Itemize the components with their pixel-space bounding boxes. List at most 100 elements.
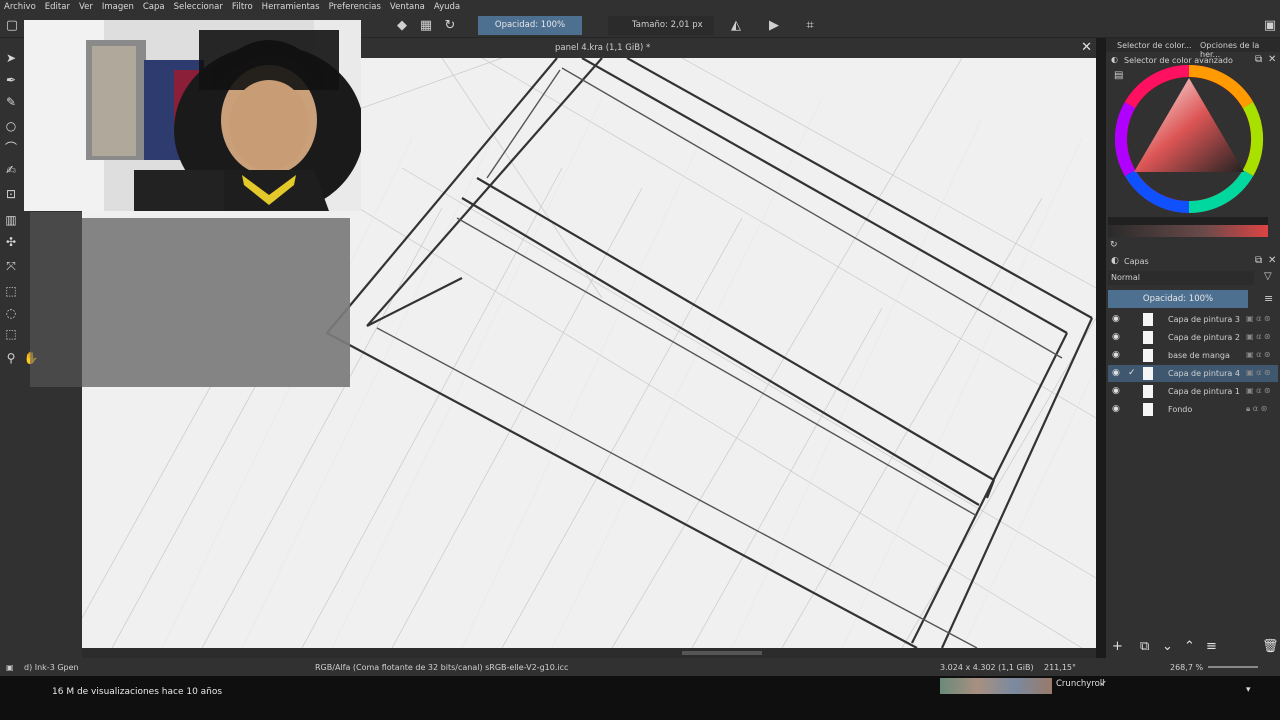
filter-icon[interactable]: ▽ bbox=[1264, 271, 1272, 282]
overlay-gray-panel bbox=[82, 218, 350, 387]
move-up-icon[interactable]: ⌃ bbox=[1184, 639, 1195, 654]
channel-name[interactable]: Crunchyroll bbox=[1056, 679, 1105, 689]
menu-herramientas[interactable]: Herramientas bbox=[262, 2, 320, 12]
visibility-eye-icon[interactable]: ◉ bbox=[1112, 350, 1120, 360]
layer-opacity-slider[interactable]: Opacidad: 100% bbox=[1108, 290, 1248, 308]
transform-icon[interactable]: ⤧ bbox=[3, 258, 19, 274]
close-document-icon[interactable]: ✕ bbox=[1081, 40, 1092, 55]
overlay-left-strip bbox=[30, 212, 82, 387]
add-layer-icon[interactable]: + bbox=[1112, 639, 1123, 654]
horizontal-scrollbar[interactable] bbox=[82, 648, 1096, 658]
visibility-eye-icon[interactable]: ◉ bbox=[1112, 404, 1120, 414]
brush-opacity-slider[interactable]: Opacidad: 100% bbox=[478, 16, 582, 35]
mirror-vertical-icon[interactable]: ▶ bbox=[766, 18, 782, 34]
layer-properties-icon[interactable]: ≡ bbox=[1206, 639, 1217, 654]
color-dock-grip-icon: ◐ bbox=[1111, 55, 1118, 64]
ellipse-icon[interactable]: ○ bbox=[3, 118, 19, 134]
layer-thumbnail bbox=[1143, 349, 1153, 362]
brush-icon[interactable]: ✎ bbox=[3, 94, 19, 110]
video-overlay-bar: 16 M de visualizaciones hace 10 años Cru… bbox=[0, 676, 1280, 720]
layer-lock-icons[interactable]: ▣ α ⊛ bbox=[1246, 314, 1271, 323]
new-document-icon[interactable]: ▢ bbox=[4, 18, 20, 34]
layer-row[interactable]: ◉ Capa de pintura 3 ▣ α ⊛ bbox=[1108, 311, 1278, 328]
eraser-icon[interactable]: ◆ bbox=[394, 18, 410, 34]
color-profile: RGB/Alfa (Coma flotante de 32 bits/canal… bbox=[315, 663, 569, 672]
layer-name: Fondo bbox=[1168, 405, 1193, 414]
move-down-icon[interactable]: ⌄ bbox=[1162, 639, 1173, 654]
brush-preset-name: d) Ink-3 Gpen bbox=[24, 663, 79, 672]
layer-row-selected[interactable]: ◉ ✓ Capa de pintura 4 ▣ α ⊛ bbox=[1108, 365, 1278, 382]
layer-thumbnail bbox=[1143, 385, 1153, 398]
delete-layer-icon[interactable]: 🗑︎ bbox=[1262, 639, 1279, 654]
lock-icon[interactable]: 🔒︎ α ⊛ bbox=[1246, 404, 1267, 414]
menu-capa[interactable]: Capa bbox=[143, 2, 165, 12]
select-shapes-icon[interactable]: ➤ bbox=[3, 50, 19, 66]
refresh-icon[interactable]: ↻ bbox=[1110, 240, 1118, 250]
duplicate-layer-icon[interactable]: ⧉ bbox=[1140, 639, 1149, 654]
gradient-icon[interactable]: ▥ bbox=[3, 212, 19, 228]
canvas-rotation: 211,15° bbox=[1044, 663, 1076, 672]
layer-name: Capa de pintura 4 bbox=[1168, 369, 1240, 378]
layer-row[interactable]: ◉ Capa de pintura 2 ▣ α ⊛ bbox=[1108, 329, 1278, 346]
visibility-eye-icon[interactable]: ◉ bbox=[1112, 332, 1120, 342]
visibility-eye-icon[interactable]: ◉ bbox=[1112, 386, 1120, 396]
mirror-horizontal-icon[interactable]: ◭ bbox=[728, 18, 744, 34]
close-layers-icon[interactable]: ✕ bbox=[1268, 255, 1276, 266]
menu-archivo[interactable]: Archivo bbox=[4, 2, 36, 12]
crop-icon[interactable]: ⊡ bbox=[3, 186, 19, 202]
bezier-select-icon[interactable]: ⬚ bbox=[3, 326, 19, 342]
brush-preset-icon[interactable]: ▣ bbox=[6, 663, 14, 672]
color-wheel[interactable] bbox=[1114, 64, 1264, 214]
reset-icon[interactable]: ↻ bbox=[442, 18, 458, 34]
visibility-eye-icon[interactable]: ◉ bbox=[1112, 368, 1120, 378]
zoom-level[interactable]: 268,7 % bbox=[1170, 663, 1203, 672]
visibility-eye-icon[interactable]: ◉ bbox=[1112, 314, 1120, 324]
webcam-image bbox=[24, 20, 361, 211]
menu-filtro[interactable]: Filtro bbox=[232, 2, 253, 12]
settings-icon[interactable]: ▣ bbox=[1262, 18, 1278, 34]
color-history-strip[interactable] bbox=[1108, 217, 1268, 237]
blend-mode-select[interactable]: Normal bbox=[1108, 271, 1254, 285]
dropdown-chevron-icon[interactable]: ▾ bbox=[1246, 685, 1251, 695]
colorize-mask-icon[interactable]: ✣ bbox=[3, 234, 19, 250]
layers-footer: + ⧉ ⌄ ⌃ ≡ 🗑︎ bbox=[1106, 638, 1280, 658]
verified-icon: ✔ bbox=[1100, 679, 1107, 688]
brush-size-slider[interactable]: Tamaño: 2,01 px bbox=[608, 16, 714, 35]
close-docker-icon[interactable]: ✕ bbox=[1268, 54, 1276, 65]
tab-color-selector[interactable]: Selector de color... bbox=[1117, 41, 1192, 50]
pen-icon[interactable]: ✒ bbox=[3, 72, 19, 88]
webcam-overlay bbox=[24, 20, 361, 211]
menu-seleccionar[interactable]: Seleccionar bbox=[174, 2, 223, 12]
layer-lock-icons[interactable]: ▣ α ⊛ bbox=[1246, 386, 1271, 395]
freehand-select-icon[interactable]: ◌ bbox=[3, 305, 19, 321]
image-dimensions: 3.024 x 4.302 (1,1 GiB) bbox=[940, 663, 1034, 672]
layer-lock-icons[interactable]: ▣ α ⊛ bbox=[1246, 350, 1271, 359]
layer-lock-icons[interactable]: ▣ α ⊛ bbox=[1246, 368, 1271, 377]
document-title[interactable]: panel 4.kra (1,1 GiB) * bbox=[555, 43, 650, 53]
layer-thumbnail bbox=[1143, 331, 1153, 344]
docker-tabs: Selector de color... Opciones de la her.… bbox=[1106, 38, 1280, 59]
zoom-icon[interactable]: ⚲ bbox=[3, 350, 19, 366]
zoom-slider[interactable] bbox=[1208, 666, 1258, 668]
layers-menu-icon[interactable]: ≡ bbox=[1264, 292, 1273, 305]
wrap-around-icon[interactable]: ⌗ bbox=[802, 18, 818, 34]
freehand-path-icon[interactable]: ✍ bbox=[3, 162, 19, 178]
scrollbar-thumb[interactable] bbox=[682, 651, 762, 655]
menu-editar[interactable]: Editar bbox=[45, 2, 70, 12]
related-video-thumbnail[interactable] bbox=[940, 678, 1052, 694]
bezier-icon[interactable]: ⌒ bbox=[3, 140, 19, 156]
menu-bar: Archivo Editar Ver Imagen Capa Seleccion… bbox=[0, 0, 1280, 14]
rectangle-select-icon[interactable]: ⬚ bbox=[3, 283, 19, 299]
checkmark-icon: ✓ bbox=[1128, 368, 1136, 378]
menu-ayuda[interactable]: Ayuda bbox=[434, 2, 460, 12]
layer-row[interactable]: ◉ base de manga ▣ α ⊛ bbox=[1108, 347, 1278, 364]
layer-lock-icons[interactable]: ▣ α ⊛ bbox=[1246, 332, 1271, 341]
menu-imagen[interactable]: Imagen bbox=[102, 2, 134, 12]
layer-row[interactable]: ◉ Fondo 🔒︎ α ⊛ bbox=[1108, 401, 1278, 418]
layer-row[interactable]: ◉ Capa de pintura 1 ▣ α ⊛ bbox=[1108, 383, 1278, 400]
float-layers-icon[interactable]: ⧉ bbox=[1255, 255, 1262, 266]
alpha-lock-icon[interactable]: ▦ bbox=[418, 18, 434, 34]
menu-preferencias[interactable]: Preferencias bbox=[329, 2, 381, 12]
menu-ventana[interactable]: Ventana bbox=[390, 2, 425, 12]
menu-ver[interactable]: Ver bbox=[79, 2, 93, 12]
